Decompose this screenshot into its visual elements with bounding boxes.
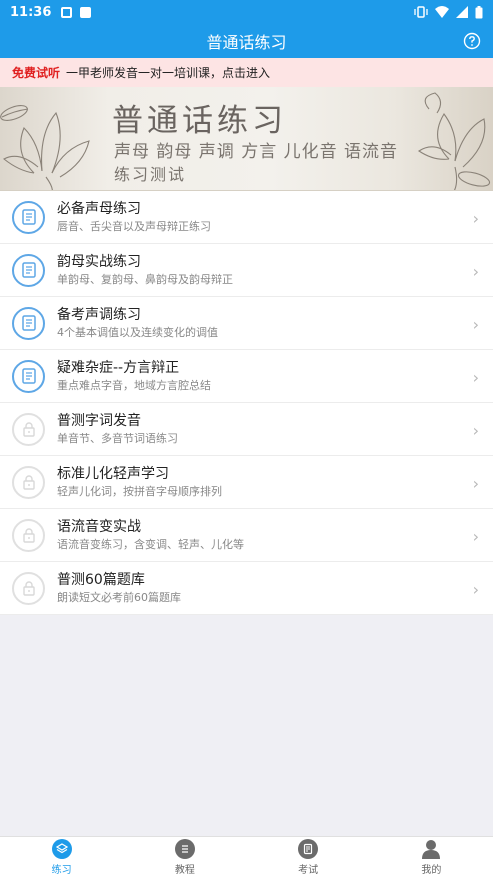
- book-icon: [12, 200, 45, 234]
- lesson-desc: 轻声儿化词，按拼音字母顺序排列: [57, 484, 222, 498]
- lesson-item-dialect[interactable]: 疑难杂症--方言辩正 重点难点字音，地域方言腔总结 ›: [0, 350, 493, 403]
- lotus-decoration-left: [0, 105, 90, 190]
- chevron-right-icon: ›: [472, 580, 479, 599]
- book-icon: [12, 253, 45, 287]
- app-bar: 普通话练习: [0, 24, 493, 58]
- layers-icon: [51, 839, 72, 859]
- lesson-title: 韵母实战练习: [57, 253, 141, 270]
- lesson-item-finals[interactable]: 韵母实战练习 单韵母、复韵母、鼻韵母及韵母辩正 ›: [0, 244, 493, 297]
- tab-tutorial[interactable]: 教程: [123, 837, 246, 878]
- lesson-title: 普测60篇题库: [57, 571, 145, 588]
- battery-icon: [475, 5, 483, 18]
- chevron-right-icon: ›: [472, 527, 479, 546]
- wifi-icon: [435, 6, 449, 18]
- bottom-tab-bar: 练习 教程 考试 我的: [0, 836, 493, 878]
- vibrate-icon: [414, 6, 428, 18]
- notification-a-icon: [61, 6, 73, 18]
- tab-label: 我的: [421, 865, 442, 876]
- lesson-item-initials[interactable]: 必备声母练习 唇音、舌尖音以及声母辩正练习 ›: [0, 191, 493, 244]
- book-icon: [12, 306, 45, 340]
- lesson-desc: 唇音、舌尖音以及声母辩正练习: [57, 219, 211, 233]
- signal-icon: [456, 6, 468, 18]
- lesson-item-passages[interactable]: 普测60篇题库 朗读短文必考前60篇题库 ›: [0, 562, 493, 615]
- tab-label: 练习: [51, 865, 72, 876]
- lesson-desc: 单音节、多音节词语练习: [57, 431, 178, 445]
- lesson-title: 备考声调练习: [57, 306, 141, 323]
- lock-icon: [12, 571, 45, 605]
- banner: 普通话练习 声母 韵母 声调 方言 儿化音 语流音 练习测试: [0, 87, 493, 191]
- lesson-item-erhua[interactable]: 标准儿化轻声学习 轻声儿化词，按拼音字母顺序排列 ›: [0, 456, 493, 509]
- status-time: 11:36: [10, 4, 52, 20]
- chevron-right-icon: ›: [472, 262, 479, 281]
- lock-icon: [12, 465, 45, 499]
- tab-exam[interactable]: 考试: [247, 837, 370, 878]
- chevron-right-icon: ›: [472, 474, 479, 493]
- lock-icon: [12, 518, 45, 552]
- banner-title: 普通话练习: [112, 103, 287, 139]
- lesson-list: 必备声母练习 唇音、舌尖音以及声母辩正练习 › 韵母实战练习 单韵母、复韵母、鼻…: [0, 191, 493, 615]
- lock-icon: [12, 412, 45, 446]
- lotus-decoration-right: [418, 92, 491, 190]
- document-icon: [298, 839, 319, 859]
- chevron-right-icon: ›: [472, 209, 479, 228]
- lesson-title: 疑难杂症--方言辩正: [57, 359, 180, 376]
- free-trial-text: 一甲老师发音一对一培训课，点击进入: [66, 66, 271, 80]
- free-trial-notice[interactable]: 免费试听 一甲老师发音一对一培训课，点击进入: [0, 58, 493, 87]
- lesson-item-sandhi[interactable]: 语流音变实战 语流音变练习，含变调、轻声、儿化等 ›: [0, 509, 493, 562]
- chevron-right-icon: ›: [472, 315, 479, 334]
- page-title: 普通话练习: [206, 33, 287, 52]
- tab-label: 教程: [174, 865, 195, 876]
- lesson-title: 必备声母练习: [57, 200, 141, 217]
- banner-subtitle-line2: 练习测试: [114, 165, 187, 184]
- banner-subtitle-line1: 声母 韵母 声调 方言 儿化音 语流音: [114, 142, 399, 162]
- tab-practice[interactable]: 练习: [0, 837, 123, 878]
- lesson-desc: 重点难点字音，地域方言腔总结: [57, 378, 211, 392]
- lesson-desc: 4个基本调值以及连续变化的调值: [57, 325, 218, 339]
- lesson-title: 语流音变实战: [57, 518, 141, 535]
- lesson-desc: 语流音变练习，含变调、轻声、儿化等: [57, 537, 244, 551]
- status-bar: 11:36: [0, 0, 493, 24]
- notification-square-icon: [80, 6, 92, 18]
- lesson-item-words[interactable]: 普测字词发音 单音节、多音节词语练习 ›: [0, 403, 493, 456]
- tab-label: 考试: [298, 865, 319, 876]
- question-circle-icon[interactable]: [463, 32, 481, 50]
- person-icon: [421, 839, 441, 859]
- chevron-right-icon: ›: [472, 421, 479, 440]
- chevron-right-icon: ›: [472, 368, 479, 387]
- list-icon: [174, 839, 195, 859]
- lesson-title: 标准儿化轻声学习: [57, 465, 169, 482]
- lesson-desc: 朗读短文必考前60篇题库: [57, 590, 181, 604]
- lesson-desc: 单韵母、复韵母、鼻韵母及韵母辩正: [57, 272, 233, 286]
- lesson-item-tones[interactable]: 备考声调练习 4个基本调值以及连续变化的调值 ›: [0, 297, 493, 350]
- book-icon: [12, 359, 45, 393]
- lesson-title: 普测字词发音: [57, 412, 141, 429]
- tab-profile[interactable]: 我的: [370, 837, 493, 878]
- free-trial-tag: 免费试听: [12, 66, 61, 80]
